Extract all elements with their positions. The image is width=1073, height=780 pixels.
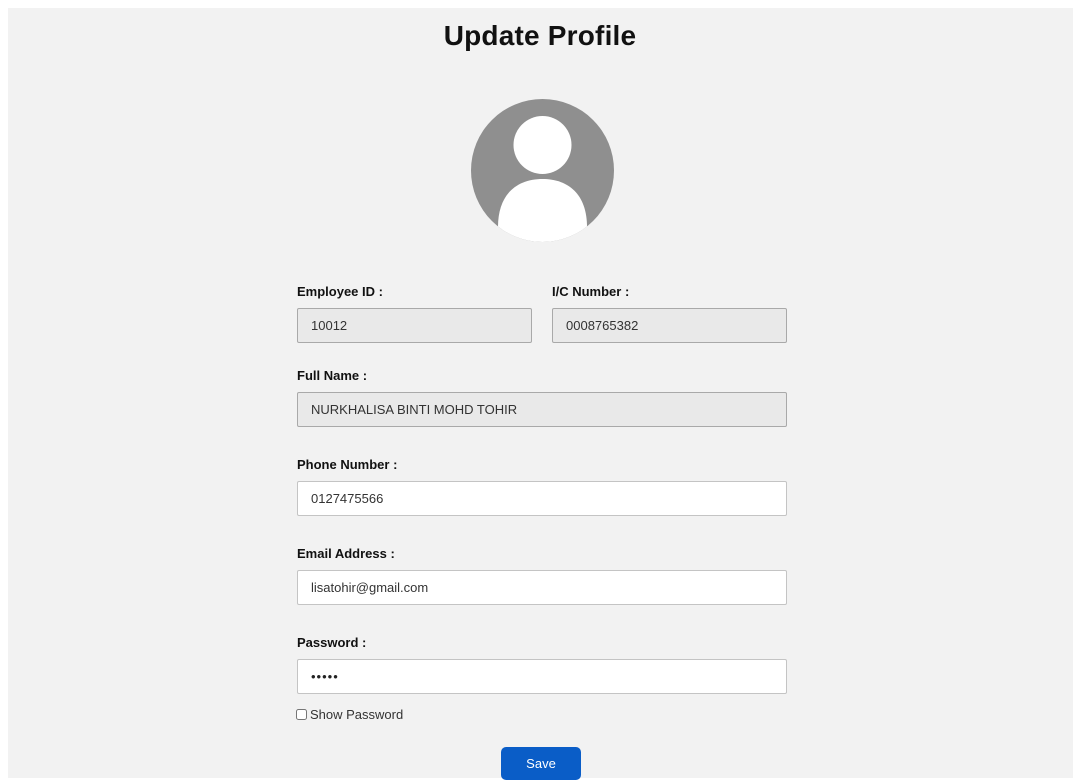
phone-number-label: Phone Number : [297, 457, 398, 472]
email-address-label: Email Address : [297, 546, 395, 561]
full-name-label: Full Name : [297, 368, 368, 383]
password-label: Password : [297, 635, 367, 650]
ic-number-label: I/C Number : [552, 284, 630, 299]
avatar[interactable] [471, 99, 614, 242]
show-password-toggle[interactable]: Show Password [296, 706, 403, 722]
show-password-label: Show Password [310, 706, 404, 722]
employee-id-field[interactable] [297, 308, 532, 343]
save-button[interactable]: Save [501, 747, 581, 780]
phone-number-field[interactable] [297, 481, 787, 516]
employee-id-label: Employee ID : [297, 284, 383, 299]
full-name-field[interactable] [297, 392, 787, 427]
page-title: Update Profile [443, 20, 637, 51]
password-field[interactable] [297, 659, 787, 694]
ic-number-field[interactable] [552, 308, 787, 343]
show-password-checkbox[interactable] [296, 708, 307, 720]
user-avatar-icon [498, 116, 587, 242]
email-address-field[interactable] [297, 570, 787, 605]
